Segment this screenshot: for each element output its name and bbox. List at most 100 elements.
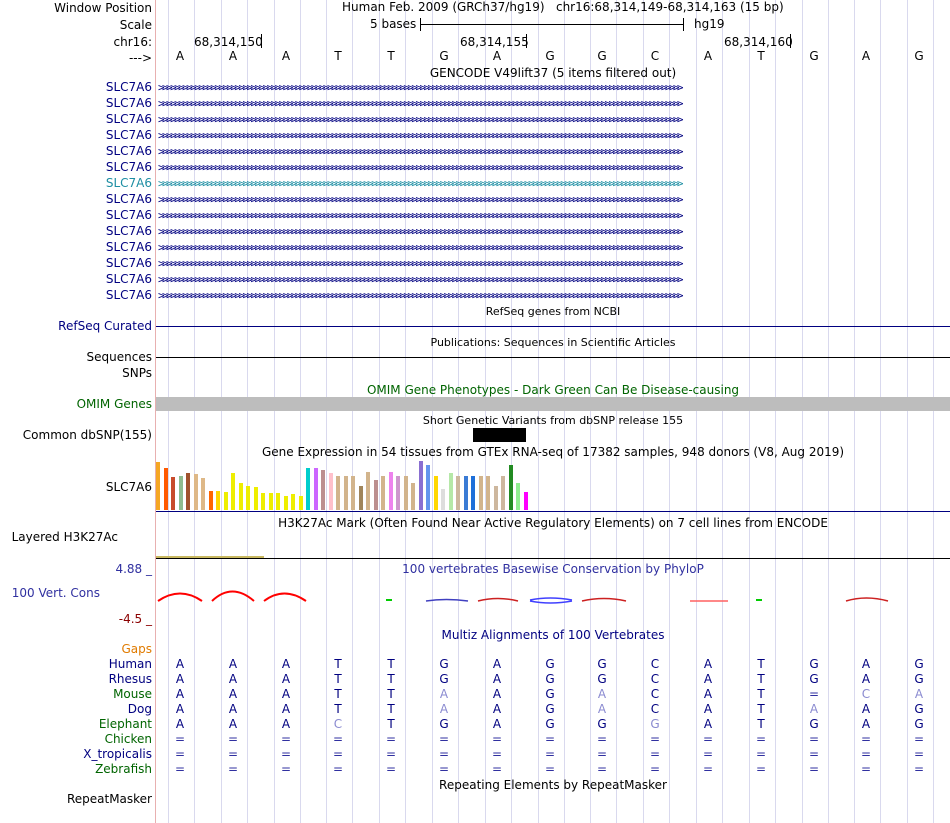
gtex-tissue-bar[interactable]: [336, 476, 340, 510]
gene-transcript-line[interactable]: >>>>>>>>>>>>>>>>>>>>>>>>>>>>>>>>>>>>>>>>…: [158, 257, 948, 271]
alignment-base: =: [860, 762, 872, 776]
gene-transcript-line[interactable]: >>>>>>>>>>>>>>>>>>>>>>>>>>>>>>>>>>>>>>>>…: [158, 161, 948, 175]
gtex-tissue-bar[interactable]: [433, 476, 438, 510]
gtex-tissue-bar[interactable]: [186, 473, 190, 510]
gtex-tissue-bar[interactable]: [328, 473, 333, 510]
gene-label-slc7a6[interactable]: SLC7A6: [106, 208, 152, 222]
alignment-base: =: [544, 762, 556, 776]
gtex-tissue-bar[interactable]: [418, 461, 423, 510]
gtex-tissue-bar[interactable]: [478, 476, 483, 510]
gtex-tissue-bar[interactable]: [163, 468, 168, 510]
gtex-tissue-bar[interactable]: [516, 483, 520, 510]
gtex-tissue-bar[interactable]: [351, 476, 355, 510]
gtex-tissue-bar[interactable]: [366, 472, 370, 510]
gene-transcript-line[interactable]: >>>>>>>>>>>>>>>>>>>>>>>>>>>>>>>>>>>>>>>>…: [158, 129, 948, 143]
gene-label-slc7a6[interactable]: SLC7A6: [106, 96, 152, 110]
gtex-tissue-bar[interactable]: [381, 476, 385, 510]
gene-label-slc7a6[interactable]: SLC7A6: [106, 144, 152, 158]
alignment-base: G: [809, 717, 819, 731]
gene-transcript-line[interactable]: >>>>>>>>>>>>>>>>>>>>>>>>>>>>>>>>>>>>>>>>…: [158, 241, 948, 255]
phylop-track-label[interactable]: 100 Vert. Cons: [12, 586, 100, 600]
gtex-tissue-bar[interactable]: [373, 480, 378, 510]
gene-label-slc7a6[interactable]: SLC7A6: [106, 192, 152, 206]
gtex-tissue-bar[interactable]: [403, 476, 408, 510]
gtex-tissue-bar[interactable]: [321, 470, 325, 510]
gtex-tissue-bar[interactable]: [523, 492, 528, 510]
snps-track-label[interactable]: SNPs: [122, 366, 152, 380]
repeatmasker-track-title: Repeating Elements by RepeatMasker: [439, 778, 667, 792]
gtex-tissue-bar[interactable]: [298, 496, 303, 510]
gene-transcript-line[interactable]: >>>>>>>>>>>>>>>>>>>>>>>>>>>>>>>>>>>>>>>>…: [158, 113, 948, 127]
gene-label-slc7a6[interactable]: SLC7A6: [106, 224, 152, 238]
gtex-tissue-bar[interactable]: [358, 486, 363, 510]
omim-track-label[interactable]: OMIM Genes: [77, 397, 152, 411]
gtex-gene-label[interactable]: SLC7A6: [106, 480, 152, 494]
gtex-tissue-bar[interactable]: [411, 483, 415, 510]
gene-label-slc7a6[interactable]: SLC7A6: [106, 160, 152, 174]
gtex-tissue-bar[interactable]: [501, 476, 505, 510]
gene-label-slc7a6[interactable]: SLC7A6: [106, 176, 152, 190]
phylop-signal[interactable]: [156, 584, 950, 604]
gtex-tissue-bar[interactable]: [253, 487, 258, 510]
refseq-gene-line[interactable]: [156, 326, 950, 327]
gtex-tissue-bar[interactable]: [208, 491, 213, 510]
alignment-base: =: [332, 762, 344, 776]
gtex-tissue-bar[interactable]: [441, 489, 445, 510]
gtex-tissue-bar[interactable]: [396, 476, 400, 510]
pubs-line[interactable]: [156, 357, 950, 358]
gtex-tissue-bar[interactable]: [171, 477, 175, 510]
gtex-tissue-bar[interactable]: [291, 494, 295, 510]
gtex-tissue-bar[interactable]: [238, 483, 243, 510]
gtex-tissue-bar[interactable]: [178, 476, 183, 510]
gene-label-slc7a6[interactable]: SLC7A6: [106, 256, 152, 270]
gene-transcript-line[interactable]: >>>>>>>>>>>>>>>>>>>>>>>>>>>>>>>>>>>>>>>>…: [158, 81, 948, 95]
pubs-track-label[interactable]: Sequences: [87, 350, 152, 364]
gene-label-slc7a6[interactable]: SLC7A6: [106, 272, 152, 286]
gene-label-slc7a6[interactable]: SLC7A6: [106, 288, 152, 302]
gtex-tissue-bar[interactable]: [448, 473, 453, 510]
gene-transcript-line[interactable]: >>>>>>>>>>>>>>>>>>>>>>>>>>>>>>>>>>>>>>>>…: [158, 209, 948, 223]
gene-transcript-line[interactable]: >>>>>>>>>>>>>>>>>>>>>>>>>>>>>>>>>>>>>>>>…: [158, 97, 948, 111]
gtex-tissue-bar[interactable]: [343, 476, 348, 510]
gtex-expression-bars[interactable]: [156, 460, 950, 510]
gtex-tissue-bar[interactable]: [471, 476, 475, 510]
h3k27ac-track-label[interactable]: Layered H3K27Ac: [12, 530, 118, 544]
dbsnp-track-label[interactable]: Common dbSNP(155): [23, 428, 152, 442]
gtex-tissue-bar[interactable]: [508, 465, 513, 510]
gtex-tissue-bar[interactable]: [246, 486, 250, 510]
gtex-tissue-bar[interactable]: [231, 473, 235, 510]
gene-transcript-line[interactable]: >>>>>>>>>>>>>>>>>>>>>>>>>>>>>>>>>>>>>>>>…: [158, 177, 948, 191]
gtex-tissue-bar[interactable]: [283, 496, 288, 510]
omim-gene-bar[interactable]: [156, 397, 950, 411]
dbsnp-variant-block[interactable]: [473, 428, 526, 442]
gtex-tissue-bar[interactable]: [276, 493, 280, 510]
gtex-tissue-bar[interactable]: [223, 492, 228, 510]
gene-transcript-line[interactable]: >>>>>>>>>>>>>>>>>>>>>>>>>>>>>>>>>>>>>>>>…: [158, 289, 948, 303]
gtex-tissue-bar[interactable]: [306, 468, 310, 510]
gtex-tissue-bar[interactable]: [193, 474, 198, 510]
repeatmasker-track-label[interactable]: RepeatMasker: [67, 792, 152, 806]
gene-label-slc7a6[interactable]: SLC7A6: [106, 128, 152, 142]
gtex-tissue-bar[interactable]: [463, 476, 468, 510]
alignment-base: G: [914, 657, 924, 671]
gtex-tissue-bar[interactable]: [456, 476, 460, 510]
gtex-tissue-bar[interactable]: [493, 486, 498, 510]
gene-label-slc7a6[interactable]: SLC7A6: [106, 240, 152, 254]
gene-transcript-line[interactable]: >>>>>>>>>>>>>>>>>>>>>>>>>>>>>>>>>>>>>>>>…: [158, 225, 948, 239]
gene-transcript-line[interactable]: >>>>>>>>>>>>>>>>>>>>>>>>>>>>>>>>>>>>>>>>…: [158, 273, 948, 287]
gene-transcript-line[interactable]: >>>>>>>>>>>>>>>>>>>>>>>>>>>>>>>>>>>>>>>>…: [158, 145, 948, 159]
gtex-tissue-bar[interactable]: [201, 478, 205, 510]
gene-transcript-line[interactable]: >>>>>>>>>>>>>>>>>>>>>>>>>>>>>>>>>>>>>>>>…: [158, 193, 948, 207]
gtex-tissue-bar[interactable]: [261, 493, 265, 510]
gtex-tissue-bar[interactable]: [486, 476, 490, 510]
gtex-tissue-bar[interactable]: [156, 462, 160, 510]
gtex-tissue-bar[interactable]: [388, 472, 393, 510]
gtex-tissue-bar[interactable]: [313, 468, 318, 510]
gene-label-slc7a6[interactable]: SLC7A6: [106, 80, 152, 94]
gtex-tissue-bar[interactable]: [268, 493, 273, 510]
refseq-track-label[interactable]: RefSeq Curated: [58, 319, 152, 333]
gtex-tissue-bar[interactable]: [426, 465, 430, 510]
gtex-tissue-bar[interactable]: [216, 491, 220, 510]
track-data-panel[interactable]: Human Feb. 2009 (GRCh37/hg19) chr16:68,3…: [156, 0, 950, 823]
gene-label-slc7a6[interactable]: SLC7A6: [106, 112, 152, 126]
